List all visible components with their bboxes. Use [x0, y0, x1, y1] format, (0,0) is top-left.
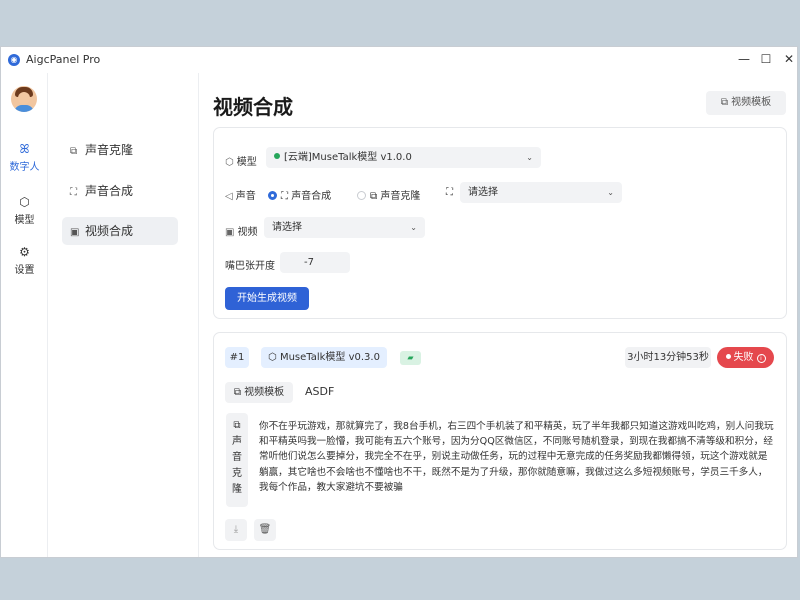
task-card: #1 ⬡ MuseTalk模型 v0.3.0 ▰ 3小时13分钟53秒 失败 i …	[213, 332, 787, 550]
digital-human-icon: ꕤ	[19, 142, 30, 156]
model-label: 模型	[236, 157, 257, 168]
radio-voice-clone-label: 声音克隆	[380, 191, 421, 202]
chevron-down-icon: ⌄	[410, 223, 417, 232]
status-badge[interactable]: 失败 i	[717, 347, 774, 368]
window-title: AigcPanel Pro	[26, 53, 101, 66]
title-bar: ◉ AigcPanel Pro — ☐ ✕	[1, 47, 797, 73]
info-icon: i	[756, 354, 766, 363]
task-video-template-label: 视频模板	[244, 387, 285, 398]
status-label: 失败	[733, 352, 754, 363]
video-template-button-label: 视频模板	[731, 97, 772, 108]
app-logo-icon: ◉	[8, 54, 20, 66]
voice-clone-option-icon: ⧉	[370, 191, 381, 202]
task-index: #1	[225, 347, 249, 368]
avatar[interactable]	[11, 86, 37, 112]
voice-clone-icon: ⧉	[70, 146, 78, 157]
model-icon: ⬡	[19, 195, 30, 209]
voice-row-label: ◁ 声音	[225, 187, 256, 202]
template-icon: ⧉	[233, 387, 245, 398]
radio-voice-clone[interactable]: ⧉ 声音克隆	[357, 187, 420, 202]
delete-button[interactable]: 🗑	[254, 519, 276, 541]
radio-voice-synth[interactable]: ⛶ 声音合成	[268, 187, 331, 202]
chevron-down-icon: ⌄	[526, 153, 533, 162]
nav-item-label: 声音克隆	[85, 143, 134, 157]
avatar-face	[18, 92, 30, 104]
voice-select-placeholder: 请选择	[468, 187, 498, 198]
radio-circle	[357, 191, 366, 200]
mouth-open-input[interactable]: -7	[280, 252, 350, 273]
voice-clone-side-text: 声音克隆	[232, 436, 242, 495]
video-template-button[interactable]: ⧉ 视频模板	[706, 91, 786, 115]
video-synth-icon: ▣	[70, 227, 80, 238]
settings-icon: ⚙	[19, 245, 30, 259]
video-label: 视频	[237, 227, 258, 238]
nav-item-voice-clone[interactable]: ⧉ 声音克隆	[62, 136, 178, 164]
download-icon: ⤓	[233, 524, 239, 535]
voice-clone-side-label: ⧉ 声音克隆	[226, 413, 248, 507]
model-select[interactable]: [云端]MuseTalk模型 v1.0.0 ⌄	[266, 147, 541, 168]
rail-item-digital-human[interactable]: ꕤ 数字人	[1, 142, 48, 174]
online-status-dot	[274, 153, 280, 159]
speaker-icon: ◁	[225, 191, 233, 202]
mouth-open-label: 嘴巴张开度	[225, 261, 275, 272]
close-button[interactable]: ✕	[779, 49, 797, 69]
nav-item-video-synth[interactable]: ▣ 视频合成	[62, 217, 178, 245]
voice-select[interactable]: 请选择 ⌄	[460, 182, 622, 203]
voice-source-icon: ⛶	[446, 187, 453, 198]
radio-circle	[268, 191, 277, 200]
status-dot	[725, 354, 731, 359]
icon-rail: ꕤ 数字人 ⬡ 模型 ⚙ 设置	[1, 73, 48, 557]
voice-label: 声音	[235, 191, 256, 202]
voice-clone-icon: ⧉	[233, 420, 241, 431]
rail-item-label: 数字人	[9, 162, 40, 173]
gpu-icon: ▰	[400, 351, 421, 365]
task-video-template-value: ASDF	[305, 385, 335, 398]
task-model-tag: ⬡ MuseTalk模型 v0.3.0	[261, 347, 387, 368]
model-select-value: [云端]MuseTalk模型 v1.0.0	[284, 152, 412, 163]
sub-navigation: ⧉ 声音克隆 ⛶ 声音合成 ▣ 视频合成	[49, 73, 199, 557]
task-duration: 3小时13分钟53秒	[625, 347, 711, 368]
rail-item-settings[interactable]: ⚙ 设置	[1, 245, 48, 277]
chevron-down-icon: ⌄	[607, 188, 614, 197]
trash-icon: 🗑	[258, 524, 272, 535]
template-icon: ⧉	[720, 97, 728, 108]
rail-item-model[interactable]: ⬡ 模型	[1, 195, 48, 227]
nav-item-voice-synth[interactable]: ⛶ 声音合成	[62, 177, 178, 205]
rail-item-label: 模型	[14, 215, 35, 226]
maximize-button[interactable]: ☐	[756, 49, 776, 69]
main-content: 视频合成 ⧉ 视频模板 ⬡ 模型 [云端]MuseTalk模型 v1.0.0 ⌄ …	[200, 73, 797, 557]
video-icon: ▣	[225, 227, 235, 238]
voice-synth-icon: ⛶	[70, 187, 77, 198]
page-title: 视频合成	[213, 95, 293, 119]
task-video-template-tag: ⧉ 视频模板	[225, 382, 293, 403]
video-select[interactable]: 请选择 ⌄	[264, 217, 425, 238]
app-window: ◉ AigcPanel Pro — ☐ ✕ ꕤ 数字人 ⬡ 模型 ⚙ 设置 ⧉ 声…	[0, 46, 798, 558]
minimize-button[interactable]: —	[734, 49, 754, 69]
task-model-label: MuseTalk模型 v0.3.0	[279, 352, 380, 363]
nav-item-label: 视频合成	[85, 224, 134, 238]
nav-item-label: 声音合成	[85, 184, 134, 198]
rail-item-label: 设置	[14, 265, 35, 276]
generate-form: ⬡ 模型 [云端]MuseTalk模型 v1.0.0 ⌄ ◁ 声音 ⛶ 声音合成 ⧉…	[213, 127, 787, 319]
model-icon: ⬡	[225, 157, 234, 168]
task-text-content: 你不在乎玩游戏，那就算完了，我8台手机，右三四个手机装了和平精英，玩了半年我都只…	[259, 421, 774, 493]
video-select-placeholder: 请选择	[272, 222, 302, 233]
start-generate-button[interactable]: 开始生成视频	[225, 287, 309, 310]
voice-synth-option-icon: ⛶	[281, 191, 292, 202]
radio-voice-synth-label: 声音合成	[291, 191, 332, 202]
avatar-shirt	[14, 105, 34, 112]
video-row-label: ▣ 视频	[225, 223, 257, 238]
download-button[interactable]: ⤓	[225, 519, 247, 541]
model-row-label: ⬡ 模型	[225, 153, 257, 168]
model-icon: ⬡	[268, 352, 280, 363]
